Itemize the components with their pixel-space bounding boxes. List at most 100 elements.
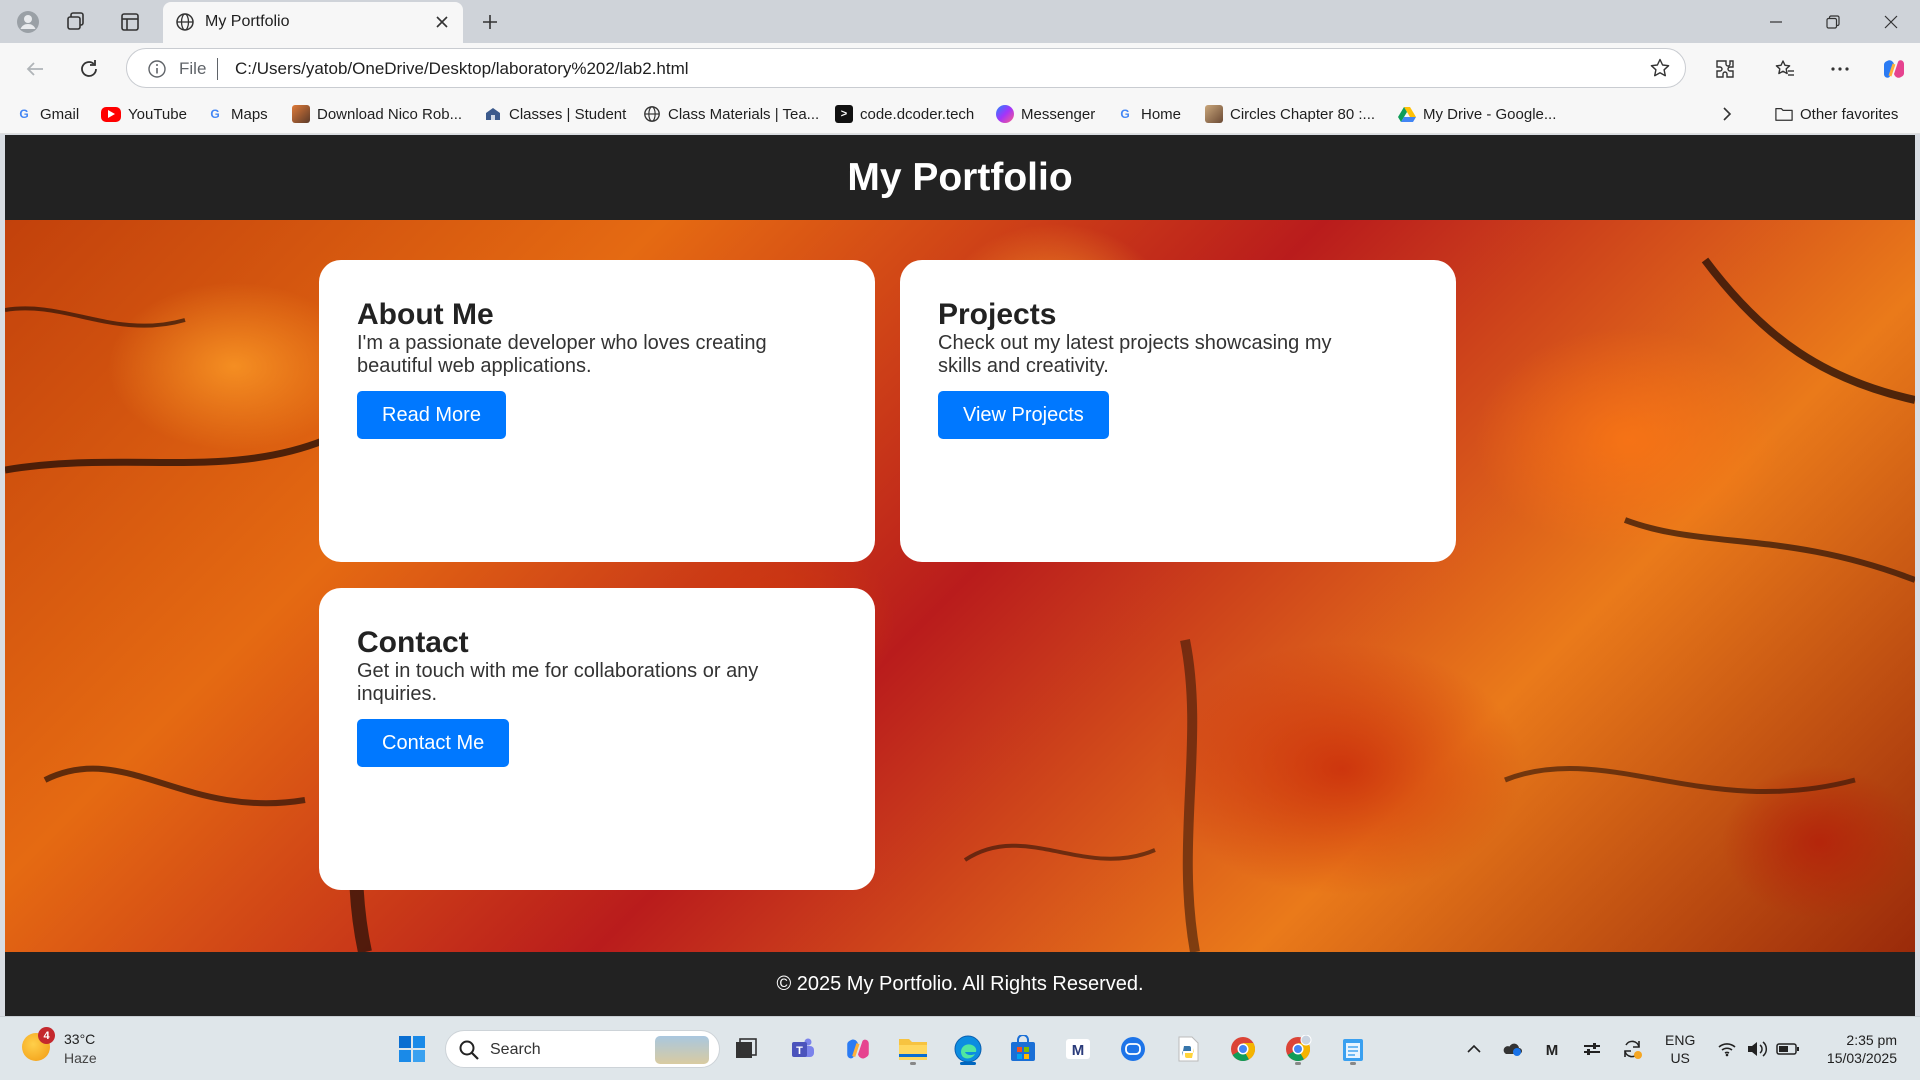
tab-title: My Portfolio (205, 13, 290, 30)
running-indicator (1350, 1062, 1356, 1065)
address-bar[interactable]: File C:/Users/yatob/OneDrive/Desktop/lab… (126, 48, 1686, 88)
weather-widget[interactable]: 4 33°C Haze (22, 1027, 142, 1069)
show-hidden-icons-chevron-icon[interactable] (1462, 1037, 1486, 1061)
wifi-icon[interactable] (1715, 1037, 1739, 1061)
edge-browser-icon[interactable] (950, 1031, 986, 1067)
region-code: US (1670, 1050, 1690, 1066)
view-projects-button[interactable]: View Projects (938, 391, 1109, 439)
bookmark-class-materials[interactable]: Class Materials | Tea... (643, 103, 819, 125)
workspaces-icon[interactable] (62, 8, 90, 36)
google-icon: G (210, 107, 220, 121)
language-indicator[interactable]: ENG US (1665, 1031, 1695, 1067)
taskbar-search[interactable]: Search (445, 1030, 720, 1068)
close-tab-icon[interactable] (431, 11, 453, 33)
card-text: Check out my latest projects showcasing … (938, 332, 1332, 377)
windows-start-icon[interactable] (394, 1031, 430, 1067)
refresh-icon[interactable] (74, 54, 104, 84)
volume-icon[interactable] (1745, 1037, 1769, 1061)
language-code: ENG (1665, 1032, 1696, 1048)
python-file-icon[interactable] (1170, 1031, 1206, 1067)
copilot-icon[interactable] (1879, 54, 1909, 84)
svg-text:T: T (796, 1045, 803, 1057)
system-clock[interactable]: 2:35 pm 15/03/2025 (1815, 1031, 1897, 1067)
restore-button[interactable] (1813, 8, 1853, 36)
active-indicator (960, 1062, 976, 1065)
sync-icon[interactable] (1620, 1037, 1644, 1061)
bookmark-classes-student[interactable]: Classes | Student (484, 103, 626, 125)
other-favorites[interactable]: Other favorites (1775, 103, 1898, 125)
svg-text:M: M (1072, 1042, 1085, 1059)
gmail-tray-icon[interactable]: M (1540, 1037, 1564, 1061)
contact-card: Contact Get in touch with me for collabo… (319, 588, 875, 890)
favorites-icon[interactable] (1770, 54, 1800, 84)
chrome-icon[interactable] (1225, 1031, 1261, 1067)
close-window-button[interactable] (1871, 8, 1911, 36)
contact-me-button[interactable]: Contact Me (357, 719, 510, 767)
google-icon: G (19, 107, 29, 121)
weather-temp: 33°C (64, 1031, 96, 1047)
bookmark-label: Circles Chapter 80 :... (1230, 105, 1376, 123)
image-icon (292, 105, 310, 123)
google-icon: G (1120, 107, 1130, 121)
gmail-app-icon[interactable]: M (1060, 1031, 1096, 1067)
site-title: My Portfolio (847, 155, 1073, 199)
minimize-button[interactable] (1756, 8, 1796, 36)
address-separator (217, 58, 218, 80)
browser-toolbar: File C:/Users/yatob/OneDrive/Desktop/lab… (0, 43, 1920, 94)
read-more-button[interactable]: Read More (357, 391, 506, 439)
card-title: Projects (938, 298, 1057, 331)
more-options-icon[interactable] (1825, 54, 1855, 84)
card-text: I'm a passionate developer who loves cre… (357, 332, 767, 377)
bookmark-maps[interactable]: G Maps (206, 103, 268, 125)
notepad-icon[interactable] (1335, 1031, 1371, 1067)
copilot-app-icon[interactable] (840, 1031, 876, 1067)
profile-icon[interactable] (14, 8, 42, 36)
tab-my-portfolio[interactable]: My Portfolio (163, 2, 463, 43)
school-icon (484, 105, 502, 123)
vertical-tabs-icon[interactable] (116, 8, 144, 36)
battery-icon[interactable] (1776, 1037, 1800, 1061)
bookmark-label: Gmail (40, 105, 80, 123)
address-url[interactable]: C:/Users/yatob/OneDrive/Desktop/laborato… (235, 59, 689, 79)
globe-icon (175, 12, 195, 37)
folder-icon (1775, 105, 1793, 123)
microsoft-store-icon[interactable] (1005, 1031, 1041, 1067)
bookmark-label: Classes | Student (509, 105, 627, 123)
globe-icon (643, 105, 661, 123)
settings-sliders-icon[interactable] (1580, 1037, 1604, 1061)
task-view-icon[interactable] (728, 1031, 764, 1067)
bookmark-label: Home (1141, 105, 1182, 123)
onedrive-icon[interactable] (1500, 1037, 1524, 1061)
file-explorer-icon[interactable] (895, 1031, 931, 1067)
bookmark-dcoder[interactable]: > code.dcoder.tech (835, 103, 974, 125)
tab-bar: My Portfolio (0, 0, 1920, 43)
bookmark-my-drive[interactable]: My Drive - Google... (1398, 103, 1556, 125)
teams-icon[interactable]: T (785, 1031, 821, 1067)
bookmark-gmail[interactable]: G Gmail (15, 103, 79, 125)
messenger-icon (996, 105, 1014, 123)
chrome-profile-icon[interactable] (1280, 1031, 1316, 1067)
bookmark-home[interactable]: G Home (1116, 103, 1181, 125)
back-arrow-icon[interactable] (20, 54, 50, 84)
bookmark-label: Messenger (1021, 105, 1096, 123)
site-header: My Portfolio (5, 135, 1915, 220)
chat-app-icon[interactable] (1115, 1031, 1151, 1067)
other-favorites-label: Other favorites (1800, 105, 1899, 123)
running-indicator (910, 1062, 916, 1065)
bookmark-label: Maps (231, 105, 268, 123)
address-scheme: File (179, 59, 207, 78)
bookmark-download-nico[interactable]: Download Nico Rob... (292, 103, 462, 125)
bookmark-circles-chapter[interactable]: Circles Chapter 80 :... (1205, 103, 1375, 125)
info-icon[interactable] (147, 59, 167, 84)
extensions-icon[interactable] (1710, 54, 1740, 84)
svg-text:M: M (1546, 1042, 1559, 1057)
bookmark-label: YouTube (128, 105, 187, 123)
favorite-star-icon[interactable] (1649, 57, 1671, 84)
bookmark-label: Download Nico Rob... (317, 105, 463, 123)
bookmark-messenger[interactable]: Messenger (996, 103, 1095, 125)
bookmarks-overflow-chevron-icon[interactable] (1720, 103, 1734, 125)
search-icon (458, 1039, 480, 1066)
new-tab-button[interactable] (476, 8, 504, 36)
running-indicator (1295, 1062, 1301, 1065)
bookmark-youtube[interactable]: YouTube (101, 103, 187, 125)
